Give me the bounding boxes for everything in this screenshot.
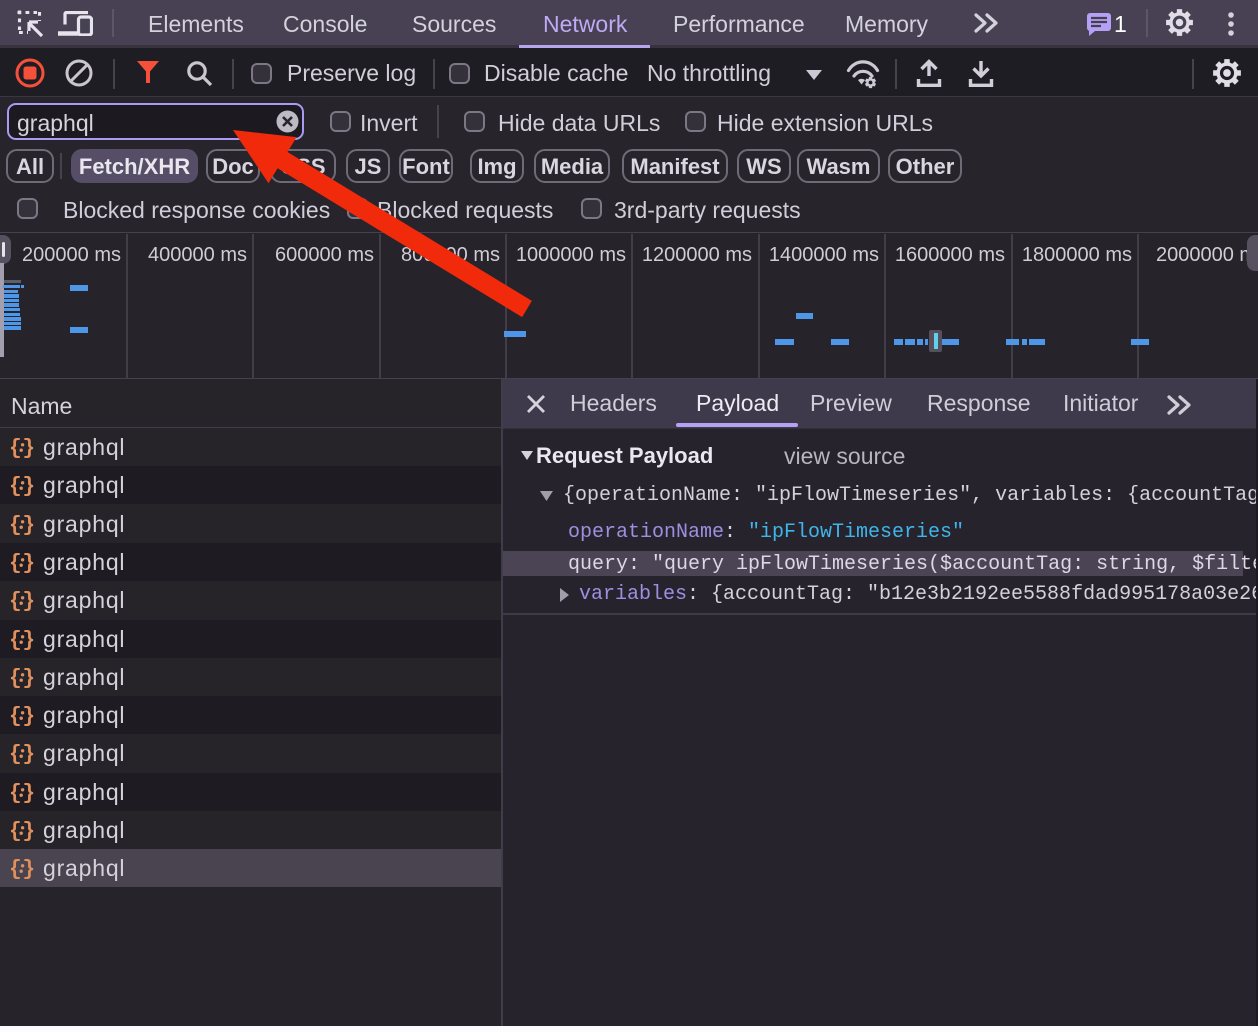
svg-text:{: { [9, 744, 22, 766]
svg-text:}: } [23, 783, 36, 805]
svg-text:}: } [23, 744, 36, 766]
svg-text:{: { [9, 476, 22, 498]
svg-text:{: { [9, 821, 22, 843]
svg-text:}: } [23, 591, 36, 613]
svg-text:{: { [9, 668, 22, 690]
svg-text:}: } [23, 821, 36, 843]
svg-text:{: { [9, 630, 22, 652]
svg-text:}: } [23, 515, 36, 537]
svg-text:}: } [23, 476, 36, 498]
svg-text:{: { [9, 438, 22, 460]
svg-text:}: } [23, 668, 36, 690]
svg-text:{: { [9, 553, 22, 575]
svg-text:}: } [23, 706, 36, 728]
svg-text:}: } [23, 630, 36, 652]
svg-text:{: { [9, 591, 22, 613]
svg-text:}: } [23, 438, 36, 460]
svg-text:{: { [9, 706, 22, 728]
svg-text:}: } [23, 553, 36, 575]
svg-text:{: { [9, 859, 22, 881]
svg-text:{: { [9, 783, 22, 805]
svg-text:{: { [9, 515, 22, 537]
svg-text:}: } [23, 859, 36, 881]
